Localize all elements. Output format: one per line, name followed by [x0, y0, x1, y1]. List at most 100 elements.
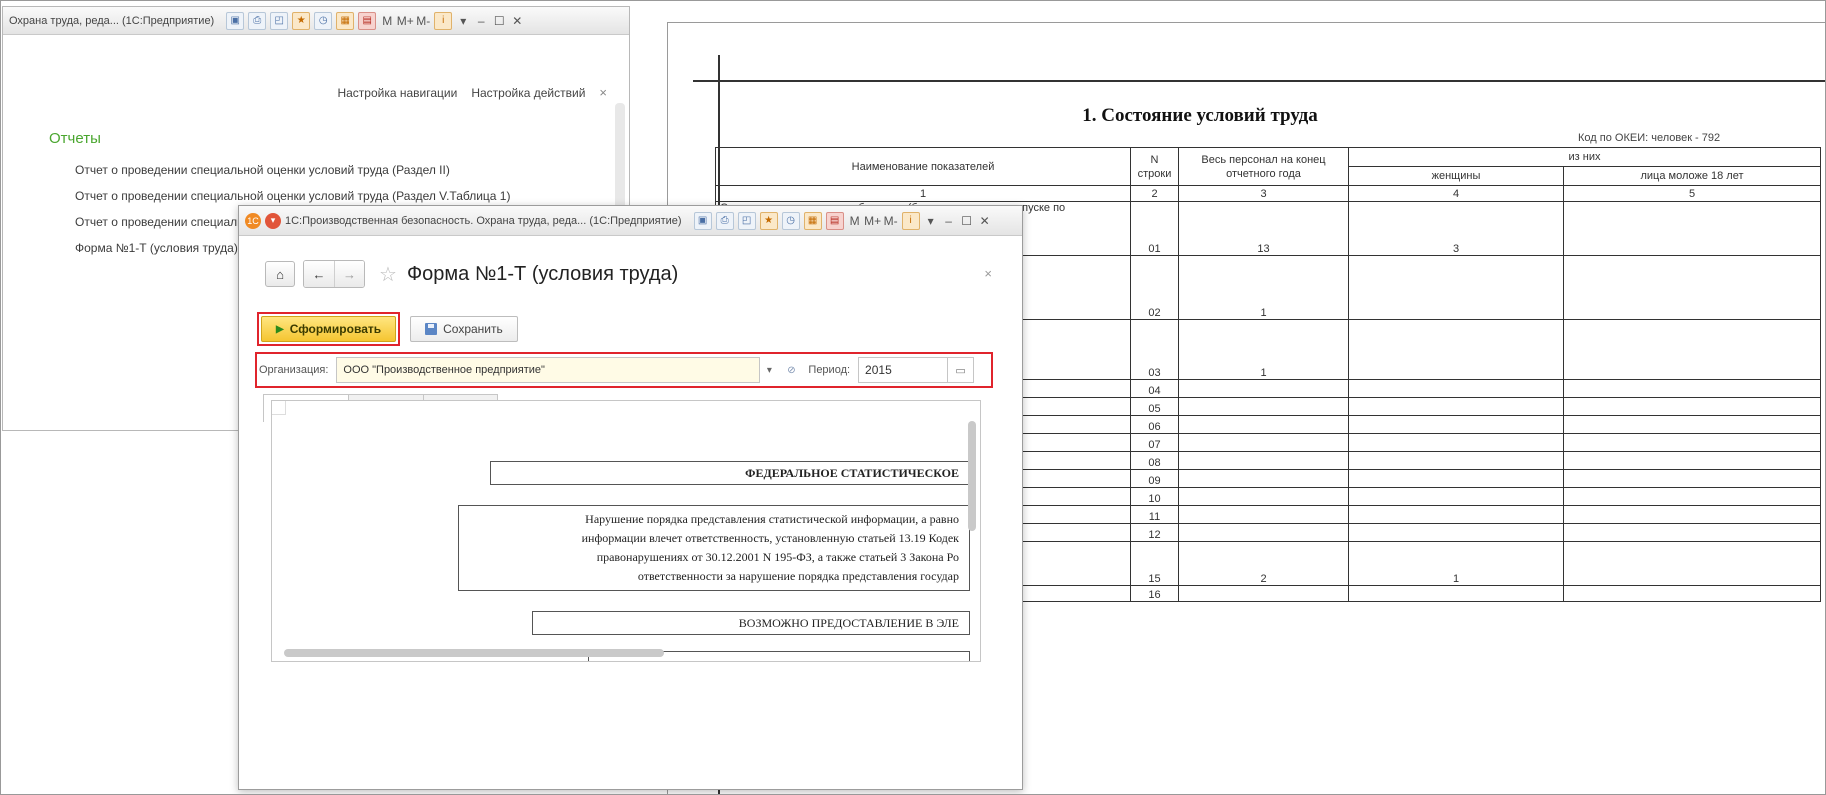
under-18-cell [1563, 379, 1821, 398]
women-cell [1348, 415, 1564, 434]
calculator-icon[interactable]: ▤ [358, 11, 377, 30]
women-cell [1348, 255, 1564, 320]
calendar-icon[interactable]: ▦ [803, 211, 822, 230]
organization-label: Организация: [259, 364, 329, 376]
home-button[interactable]: ⌂ [265, 261, 295, 287]
window-title: 1С:Производственная безопасность. Охрана… [285, 214, 682, 227]
vertical-scrollbar[interactable] [968, 421, 976, 531]
menu-chevron-icon[interactable]: ▾ [456, 12, 470, 30]
form-window-titlebar: 1С ▾ 1С:Производственная безопасность. О… [239, 206, 1022, 236]
save-icon[interactable]: ▣ [693, 211, 712, 230]
info-icon[interactable]: i [434, 11, 453, 30]
form-window: 1С ▾ 1С:Производственная безопасность. О… [238, 205, 1023, 790]
generate-button[interactable]: ▶ Сформировать [261, 316, 397, 342]
total-staff-cell: 1 [1178, 255, 1349, 320]
print-icon[interactable]: ⎙ [715, 211, 734, 230]
save-button[interactable]: Сохранить [410, 316, 518, 342]
close-panel-icon[interactable]: × [599, 85, 607, 100]
preview-icon[interactable]: ◰ [737, 211, 756, 230]
under-18-cell [1563, 487, 1821, 506]
minimize-icon[interactable]: – [474, 12, 488, 30]
total-staff-cell [1178, 585, 1349, 602]
memory-m-minus-button[interactable]: M- [416, 12, 430, 30]
under-18-cell [1563, 319, 1821, 380]
row-number-cell: 08 [1130, 451, 1179, 470]
star-icon[interactable]: ☆ [379, 262, 397, 287]
row-number-cell: 04 [1130, 379, 1179, 398]
forward-button[interactable]: → [334, 261, 364, 287]
memory-m-plus-button[interactable]: M+ [864, 212, 881, 230]
floppy-disk-icon [425, 323, 438, 335]
print-icon[interactable]: ⎙ [248, 11, 267, 30]
period-input[interactable] [858, 357, 949, 383]
header-row-number: N строки [1130, 147, 1179, 186]
total-staff-cell [1178, 469, 1349, 488]
women-cell [1348, 487, 1564, 506]
arrow-left-icon: ← [312, 266, 326, 282]
save-icon[interactable]: ▣ [226, 11, 245, 30]
history-icon[interactable]: ◷ [781, 211, 800, 230]
close-icon[interactable]: ✕ [978, 212, 992, 230]
calendar-icon[interactable]: ▦ [336, 11, 355, 30]
horizontal-scrollbar[interactable] [284, 649, 664, 657]
parameters-highlight: Организация: ▾ ⊘ Период: ▭ [255, 352, 993, 388]
total-staff-cell [1178, 523, 1349, 542]
history-icon[interactable]: ◷ [314, 11, 333, 30]
under-18-cell [1563, 255, 1821, 320]
organization-input[interactable] [336, 357, 761, 383]
total-staff-cell [1178, 451, 1349, 470]
maximize-icon[interactable]: ☐ [492, 12, 506, 30]
preview-icon[interactable]: ◰ [270, 11, 289, 30]
arrow-right-icon: → [343, 266, 356, 282]
favorites-icon[interactable]: ★ [292, 11, 311, 30]
index-cell: 4 [1348, 185, 1564, 202]
calculator-icon[interactable]: ▤ [825, 211, 844, 230]
minimize-icon[interactable]: – [942, 212, 956, 230]
memory-m-minus-button[interactable]: M- [884, 212, 898, 230]
memory-m-plus-button[interactable]: M+ [397, 12, 414, 30]
action-settings-link[interactable]: Настройка действий [471, 86, 585, 100]
favorites-icon[interactable]: ★ [759, 211, 778, 230]
header-of-them: из них [1348, 147, 1821, 167]
total-staff-cell [1178, 415, 1349, 434]
legal-notice-line: правонарушениях от 30.12.2001 N 195-ФЗ, … [596, 550, 959, 564]
open-link-icon[interactable]: ⊘ [782, 357, 800, 383]
under-18-cell [1563, 415, 1821, 434]
home-icon: ⌂ [276, 266, 284, 282]
menu-chevron-icon[interactable]: ▾ [924, 212, 938, 230]
federal-statistics-heading: ФЕДЕРАЛЬНОЕ СТАТИСТИЧЕСКОЕ [490, 461, 970, 485]
women-cell [1348, 505, 1564, 524]
sheet-corner [272, 401, 286, 415]
index-cell: 3 [1178, 185, 1349, 202]
memory-m-button[interactable]: M [380, 12, 394, 30]
close-icon[interactable]: ✕ [510, 12, 524, 30]
header-indicator-name: Наименование показателей [715, 147, 1131, 186]
info-icon[interactable]: i [901, 211, 920, 230]
back-button[interactable]: ← [304, 261, 334, 287]
document-preview[interactable]: ФЕДЕРАЛЬНОЕ СТАТИСТИЧЕСКОЕ Нарушение пор… [271, 400, 981, 662]
calendar-picker-icon[interactable]: ▭ [948, 357, 975, 383]
women-cell: 1 [1348, 541, 1564, 586]
row-number-cell: 12 [1130, 523, 1179, 542]
memory-m-button[interactable]: M [848, 212, 862, 230]
total-staff-cell: 13 [1178, 201, 1349, 256]
form-header: ⌂ ← → ☆ Форма №1-Т (условия труда) × [239, 236, 1022, 288]
sheet-top-line [693, 80, 1826, 82]
close-form-icon[interactable]: × [984, 266, 992, 281]
navigation-settings-link[interactable]: Настройка навигации [337, 86, 457, 100]
under-18-cell [1563, 451, 1821, 470]
row-number-cell: 09 [1130, 469, 1179, 488]
main-menu-icon[interactable]: ▾ [265, 212, 281, 229]
sheet-title: 1. Состояние условий труда [1082, 105, 1318, 126]
maximize-icon[interactable]: ☐ [960, 212, 974, 230]
dropdown-chevron-icon[interactable]: ▾ [760, 357, 778, 383]
under-18-cell [1563, 397, 1821, 416]
row-number-cell: 02 [1130, 255, 1179, 320]
women-cell [1348, 379, 1564, 398]
women-cell [1348, 469, 1564, 488]
navigation-window-titlebar: Охрана труда, реда... (1С:Предприятие) ▣… [3, 7, 629, 35]
women-cell: 3 [1348, 201, 1564, 256]
header-under-18: лица моложе 18 лет [1563, 166, 1821, 186]
total-staff-cell [1178, 433, 1349, 452]
report-link[interactable]: Отчет о проведении специальной оценки ус… [75, 157, 629, 183]
